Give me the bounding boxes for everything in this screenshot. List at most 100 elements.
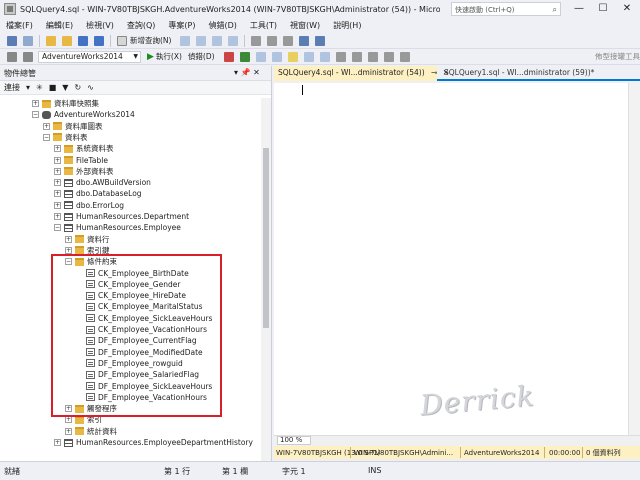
results-to-grid-icon[interactable] xyxy=(287,51,298,62)
tree-scrollbar[interactable] xyxy=(261,98,271,461)
parse-icon[interactable] xyxy=(239,51,250,62)
tree-item[interactable]: + 系統資料表 xyxy=(54,143,114,154)
connect-arrow-icon[interactable]: ▾ xyxy=(26,83,30,92)
quick-launch-input[interactable]: 快速啟動 (Ctrl+Q) ⌕ xyxy=(451,2,561,16)
expand-icon[interactable]: + xyxy=(32,100,39,107)
menu-tools[interactable]: 工具(T) xyxy=(250,20,277,31)
tree-item[interactable]: + HumanResources.EmployeeDepartmentHistor… xyxy=(54,437,253,448)
cut-icon[interactable] xyxy=(251,35,262,46)
expand-icon[interactable]: + xyxy=(54,439,61,446)
database-query-icon[interactable] xyxy=(180,35,191,46)
menu-view[interactable]: 檢視(V) xyxy=(86,20,114,31)
expand-icon[interactable]: + xyxy=(65,235,72,243)
tree-item[interactable]: + dbo.DatabaseLog xyxy=(54,188,142,199)
panel-controls-icon[interactable]: ▾ 📌 ✕ xyxy=(234,68,260,77)
stop-icon[interactable]: ■ xyxy=(49,83,57,92)
save-all-icon[interactable] xyxy=(94,35,104,46)
pin-icon[interactable]: ⊸ xyxy=(431,68,437,77)
menu-debug[interactable]: 偵錯(D) xyxy=(208,20,236,31)
expand-icon[interactable]: + xyxy=(54,190,61,198)
refresh-icon[interactable]: ↻ xyxy=(74,83,81,92)
expand-icon[interactable]: + xyxy=(54,179,61,187)
editor-scrollbar[interactable] xyxy=(628,83,640,435)
disconnect-icon[interactable]: ✳ xyxy=(36,83,43,92)
cancel-query-icon[interactable] xyxy=(223,51,234,62)
menu-help[interactable]: 說明(H) xyxy=(333,20,361,31)
menu-edit[interactable]: 編輯(E) xyxy=(46,20,73,31)
tree-item[interactable]: − AdventureWorks2014 xyxy=(32,109,135,120)
specify-values-icon[interactable] xyxy=(399,51,410,62)
tree-item[interactable]: + dbo.AWBuildVersion xyxy=(54,177,151,188)
new-query-button[interactable]: 新增查詢(N) xyxy=(130,35,171,46)
tree-item[interactable]: + 資料庫圖表 xyxy=(43,121,103,132)
activity-monitor-icon[interactable]: ∿ xyxy=(87,83,94,92)
execute-icon[interactable]: ▶ xyxy=(147,52,154,62)
status-line: 第 1 行 xyxy=(164,467,191,476)
decrease-indent-icon[interactable] xyxy=(367,51,378,62)
collapse-icon[interactable]: − xyxy=(43,133,50,141)
copy-icon[interactable] xyxy=(267,35,278,46)
layout-tools-label[interactable]: 佈型接罐工具 xyxy=(595,51,640,62)
execution-plan-icon[interactable] xyxy=(255,51,266,62)
scrollbar-thumb[interactable] xyxy=(263,148,269,328)
menu-file[interactable]: 檔案(F) xyxy=(6,20,33,31)
minimize-button[interactable]: — xyxy=(567,0,591,18)
xmla-query-icon[interactable] xyxy=(228,35,239,46)
mdx-query-icon[interactable] xyxy=(196,35,207,46)
tree-item[interactable]: + 資料庫快照集 xyxy=(32,98,99,109)
uncomment-icon[interactable] xyxy=(351,51,362,62)
tree-item[interactable]: + dbo.ErrorLog xyxy=(54,200,124,211)
expand-icon[interactable]: + xyxy=(65,427,72,435)
collapse-icon[interactable]: − xyxy=(54,224,61,232)
tree-item[interactable]: + 外部資料表 xyxy=(54,166,114,177)
tree-item[interactable]: + HumanResources.Department xyxy=(54,211,189,222)
back-icon[interactable] xyxy=(7,35,17,46)
database-select[interactable]: AdventureWorks2014 ▼ xyxy=(38,50,141,63)
change-connection-icon[interactable] xyxy=(23,51,33,62)
dmx-query-icon[interactable] xyxy=(212,35,223,46)
tab-sqlquery4[interactable]: SQLQuery4.sql - WI...dministrator (54)) … xyxy=(274,66,449,81)
document-tabs: SQLQuery4.sql - WI...dministrator (54)) … xyxy=(274,66,640,81)
expand-icon[interactable]: + xyxy=(65,416,72,424)
tree-item[interactable]: + 資料行 xyxy=(65,234,110,245)
tab-sqlquery1[interactable]: SQLQuery1.sql - WI...dministrator (59))* xyxy=(440,66,630,81)
expand-icon[interactable]: + xyxy=(54,167,61,175)
expand-icon[interactable]: + xyxy=(54,201,61,209)
forward-icon[interactable] xyxy=(23,35,33,46)
expand-icon[interactable]: + xyxy=(54,156,61,164)
expand-icon[interactable]: + xyxy=(54,213,61,220)
connect-icon[interactable] xyxy=(7,51,17,62)
expand-icon[interactable]: + xyxy=(65,246,72,254)
tree-item[interactable]: − 資料表 xyxy=(43,132,88,143)
increase-indent-icon[interactable] xyxy=(383,51,394,62)
new-query-icon[interactable] xyxy=(117,35,127,46)
save-icon[interactable] xyxy=(78,35,88,46)
zoom-select[interactable]: 100 % xyxy=(277,436,311,445)
collapse-icon[interactable]: − xyxy=(32,111,39,119)
undo-icon[interactable] xyxy=(299,35,310,46)
connect-dropdown[interactable]: 連接 xyxy=(4,82,20,93)
results-to-text-icon[interactable] xyxy=(303,51,314,62)
query-options-icon[interactable] xyxy=(271,51,282,62)
tree-item[interactable]: + 統計資料 xyxy=(65,426,117,437)
expand-icon[interactable]: + xyxy=(54,145,61,153)
query-editor[interactable] xyxy=(274,83,640,435)
menu-query[interactable]: 查詢(Q) xyxy=(127,20,156,31)
tree-item[interactable]: − HumanResources.Employee xyxy=(54,222,181,233)
maximize-button[interactable]: ☐ xyxy=(591,0,615,18)
filter-icon[interactable]: ▼ xyxy=(62,83,68,92)
results-to-file-icon[interactable] xyxy=(319,51,330,62)
menu-window[interactable]: 視窗(W) xyxy=(290,20,320,31)
close-button[interactable]: ✕ xyxy=(615,0,639,18)
new-project-icon[interactable] xyxy=(46,35,56,46)
paste-icon[interactable] xyxy=(283,35,294,46)
tree-item[interactable]: + FileTable xyxy=(54,155,108,166)
redo-icon[interactable] xyxy=(315,35,326,46)
open-file-icon[interactable] xyxy=(62,35,72,46)
comment-icon[interactable] xyxy=(335,51,346,62)
expand-icon[interactable]: + xyxy=(43,122,50,130)
debug-button[interactable]: 偵錯(D) xyxy=(188,51,215,62)
execute-button[interactable]: 執行(X) xyxy=(156,51,182,62)
highlight-box xyxy=(51,254,222,417)
menu-project[interactable]: 專案(P) xyxy=(168,20,195,31)
